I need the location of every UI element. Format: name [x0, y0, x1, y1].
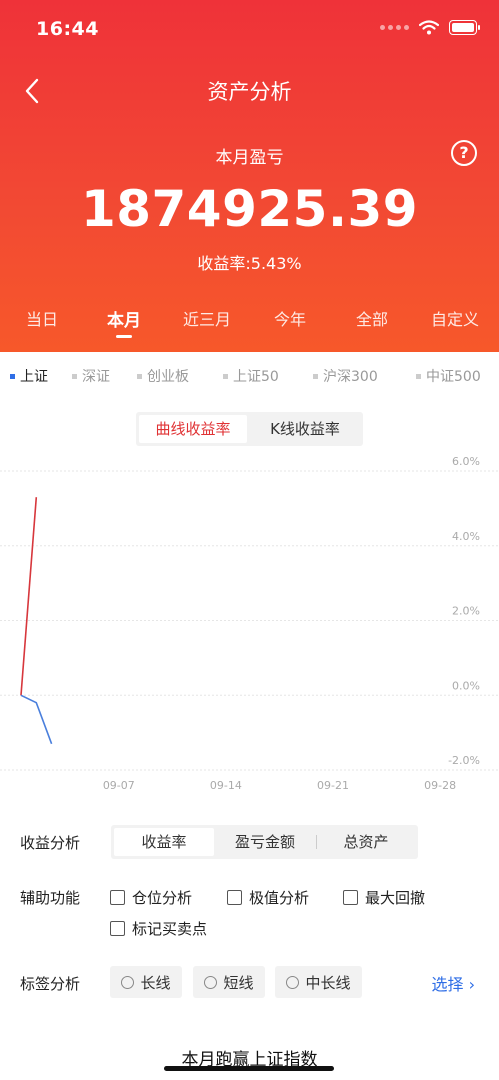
total-assets-button[interactable]: 总资产 [317, 828, 415, 856]
legend-square-icon [416, 373, 421, 379]
legend-square-icon [223, 373, 228, 379]
wifi-icon [419, 20, 439, 35]
tags-label: 标签分析 [20, 975, 81, 993]
legend-square-icon [10, 373, 15, 379]
y-tick-label: 2.0% [452, 605, 480, 618]
y-tick-label: 6.0% [452, 455, 480, 468]
tab-all[interactable]: 全部 [330, 306, 414, 330]
help-icon[interactable]: ? [451, 140, 477, 166]
profit-amount-button[interactable]: 盈亏金额 [215, 828, 315, 856]
legend-square-icon [137, 373, 142, 379]
index-selector: 上证 深证 创业板 上证50 沪深300 中证500 [0, 366, 499, 388]
index-shenzhen[interactable]: 深证 [72, 366, 110, 386]
checkbox-icon [110, 921, 125, 936]
index-shanghai[interactable]: 上证 [10, 366, 48, 386]
curve-yield-button[interactable]: 曲线收益率 [139, 415, 247, 443]
index-label: 沪深300 [323, 369, 378, 385]
position-analysis-checkbox[interactable]: 仓位分析 [110, 887, 192, 908]
checkbox-icon [343, 890, 358, 905]
short-term-option[interactable]: 短线 [193, 966, 265, 998]
yield-rate-button[interactable]: 收益率 [114, 828, 214, 856]
status-time: 16:44 [36, 18, 99, 40]
long-term-option[interactable]: 长线 [110, 966, 182, 998]
index-label: 创业板 [147, 369, 189, 385]
extreme-analysis-checkbox[interactable]: 极值分析 [227, 887, 309, 908]
series-line-1 [20, 497, 38, 696]
home-indicator [164, 1066, 334, 1071]
index-csi500[interactable]: 中证500 [416, 366, 481, 386]
tab-this-month[interactable]: 本月 [82, 306, 166, 331]
radio-icon [286, 975, 300, 989]
yield-rate: 收益率:5.43% [197, 254, 302, 273]
x-tick-label: 09-07 [103, 779, 135, 792]
option-label: 中长线 [305, 973, 351, 992]
trade-points-checkbox[interactable]: 标记买卖点 [110, 918, 207, 939]
status-icons [380, 20, 480, 35]
index-label: 中证500 [426, 369, 481, 385]
checkbox-label: 极值分析 [249, 889, 310, 907]
x-tick-label: 09-14 [210, 779, 242, 792]
checkbox-label: 标记买卖点 [132, 920, 208, 938]
checkbox-icon [110, 890, 125, 905]
max-drawdown-checkbox[interactable]: 最大回撤 [343, 887, 425, 908]
checkbox-label: 最大回撤 [365, 889, 426, 907]
y-tick-label: 0.0% [452, 679, 480, 692]
checkbox-icon [227, 890, 242, 905]
y-tick-label: 4.0% [452, 530, 480, 543]
period-tabs: 当日 本月 近三月 今年 全部 自定义 [0, 306, 499, 336]
chart-mode-toggle: 曲线收益率 K线收益率 [136, 412, 363, 446]
x-tick-label: 09-28 [424, 779, 456, 792]
analysis-toggle: 收益率 盈亏金额 总资产 [111, 825, 418, 859]
tab-this-year[interactable]: 今年 [248, 306, 332, 330]
page-title: 资产分析 [207, 80, 292, 104]
kline-yield-button[interactable]: K线收益率 [250, 415, 360, 443]
y-tick-label: -2.0% [448, 754, 480, 767]
series-line-2 [20, 694, 53, 745]
profit-value: 1874925.39 [80, 180, 419, 238]
header-banner: 16:44 资产分析 本月盈亏 ? 1874925.39 收益率:5.43% 当… [0, 0, 499, 352]
radio-icon [121, 975, 135, 989]
signal-icon [380, 25, 409, 30]
profit-label: 本月盈亏 [215, 148, 284, 168]
x-tick-label: 09-21 [317, 779, 349, 792]
option-label: 短线 [223, 973, 254, 992]
tab-custom[interactable]: 自定义 [413, 306, 497, 330]
select-link[interactable]: 选择 › [432, 971, 476, 995]
battery-icon [449, 20, 480, 35]
tab-today[interactable]: 当日 [0, 306, 84, 330]
index-sse50[interactable]: 上证50 [223, 366, 279, 386]
index-label: 深证 [82, 369, 110, 385]
index-label: 上证50 [233, 369, 279, 385]
analysis-label: 收益分析 [20, 834, 81, 852]
medium-long-term-option[interactable]: 中长线 [275, 966, 362, 998]
yield-chart: 6.0% 4.0% 2.0% 0.0% -2.0% 09-07 09-14 09-21 09-2… [0, 455, 499, 792]
checkbox-label: 仓位分析 [132, 889, 193, 907]
radio-icon [204, 975, 218, 989]
option-label: 长线 [140, 973, 171, 992]
legend-square-icon [313, 373, 318, 379]
tab-three-months[interactable]: 近三月 [165, 306, 249, 330]
active-tab-indicator [116, 335, 132, 338]
aux-label: 辅助功能 [20, 889, 81, 907]
legend-square-icon [72, 373, 77, 379]
index-label: 上证 [20, 369, 48, 385]
index-chinext[interactable]: 创业板 [137, 366, 189, 386]
index-csi300[interactable]: 沪深300 [313, 366, 378, 386]
